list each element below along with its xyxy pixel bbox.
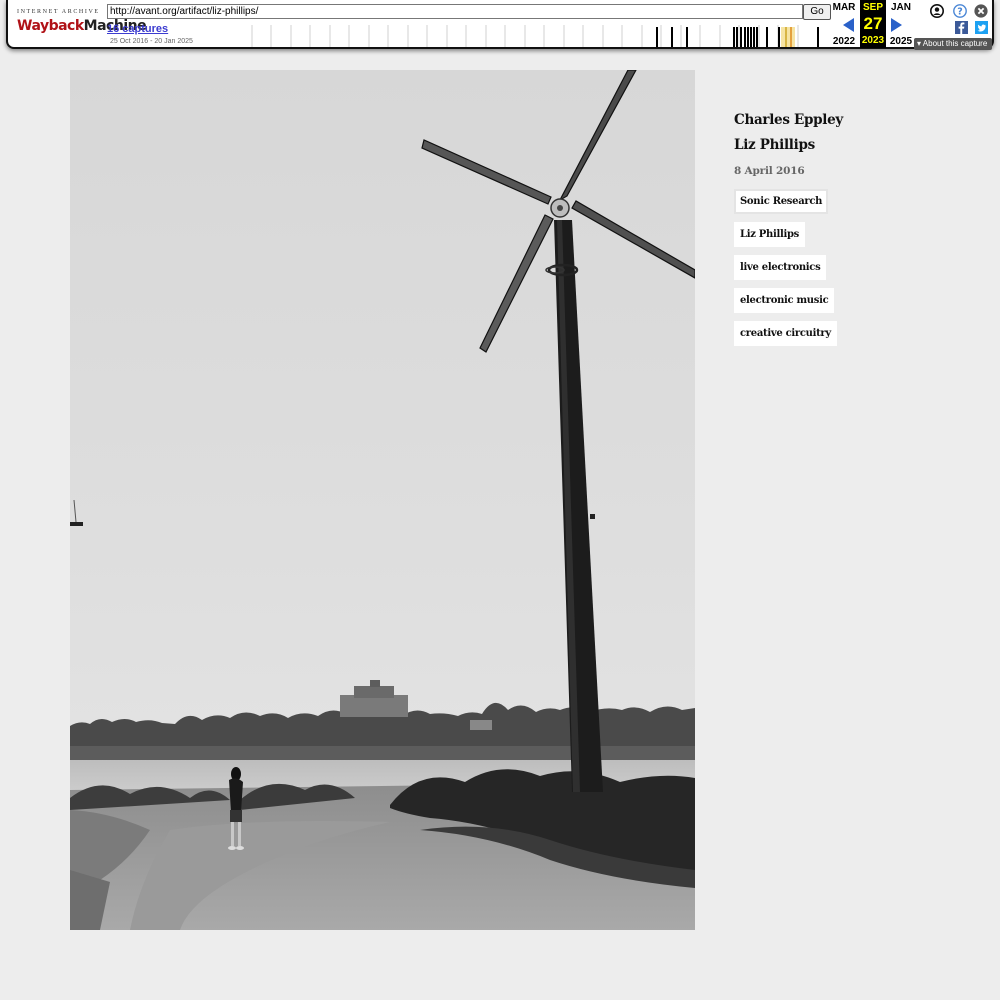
captures-link[interactable]: 16 captures	[107, 23, 168, 35]
author-link[interactable]: Liz Phillips	[734, 137, 874, 153]
prev-capture-year[interactable]: 2022	[831, 36, 857, 47]
current-capture-year: 2023	[861, 35, 885, 46]
logo-internet-archive-text: INTERNET ARCHIVE	[17, 9, 100, 15]
facebook-icon[interactable]	[955, 21, 968, 34]
artifact-sidebar: Charles Eppley Liz Phillips 8 April 2016…	[734, 112, 874, 354]
tag-creative-circuitry[interactable]: creative circuitry	[734, 321, 837, 346]
next-capture-year[interactable]: 2025	[888, 36, 914, 47]
capture-sparkline[interactable]	[238, 25, 828, 47]
help-icon[interactable]: ?	[953, 4, 967, 18]
tag-electronic-music[interactable]: electronic music	[734, 288, 835, 313]
wayback-logo[interactable]: INTERNET ARCHIVE WaybackMachine	[16, 7, 147, 41]
next-capture-month: JAN	[890, 2, 911, 13]
about-capture-label: About this capture	[922, 39, 988, 48]
wayback-url-input[interactable]	[107, 4, 803, 19]
tag-sonic-research[interactable]: Sonic Research	[734, 189, 829, 214]
tag-live-electronics[interactable]: live electronics	[734, 255, 827, 280]
tag-liz-phillips[interactable]: Liz Phillips	[734, 222, 805, 247]
account-icon[interactable]	[930, 4, 944, 18]
wayback-toolbar: INTERNET ARCHIVE WaybackMachine Go 16 ca…	[6, 0, 994, 50]
next-capture-arrow-icon[interactable]	[891, 18, 902, 32]
publish-date: 8 April 2016	[734, 165, 805, 177]
current-capture-date: SEP 27 2023	[860, 0, 886, 48]
prev-capture-arrow-icon[interactable]	[843, 18, 854, 32]
chevron-down-icon: ▾	[917, 39, 922, 48]
about-capture-button[interactable]: ▾ About this capture	[914, 38, 992, 50]
prev-capture-month: MAR	[832, 2, 856, 13]
current-capture-day: 27	[863, 14, 883, 33]
svg-text:?: ?	[957, 6, 963, 17]
twitter-icon[interactable]	[975, 21, 988, 34]
current-capture-month: SEP	[862, 2, 883, 13]
author-link[interactable]: Charles Eppley	[734, 112, 874, 128]
artifact-photo	[70, 70, 695, 930]
capture-date-range: 25 Oct 2016 - 20 Jan 2025	[110, 38, 193, 45]
close-icon[interactable]	[974, 4, 988, 18]
go-button[interactable]: Go	[803, 4, 831, 20]
